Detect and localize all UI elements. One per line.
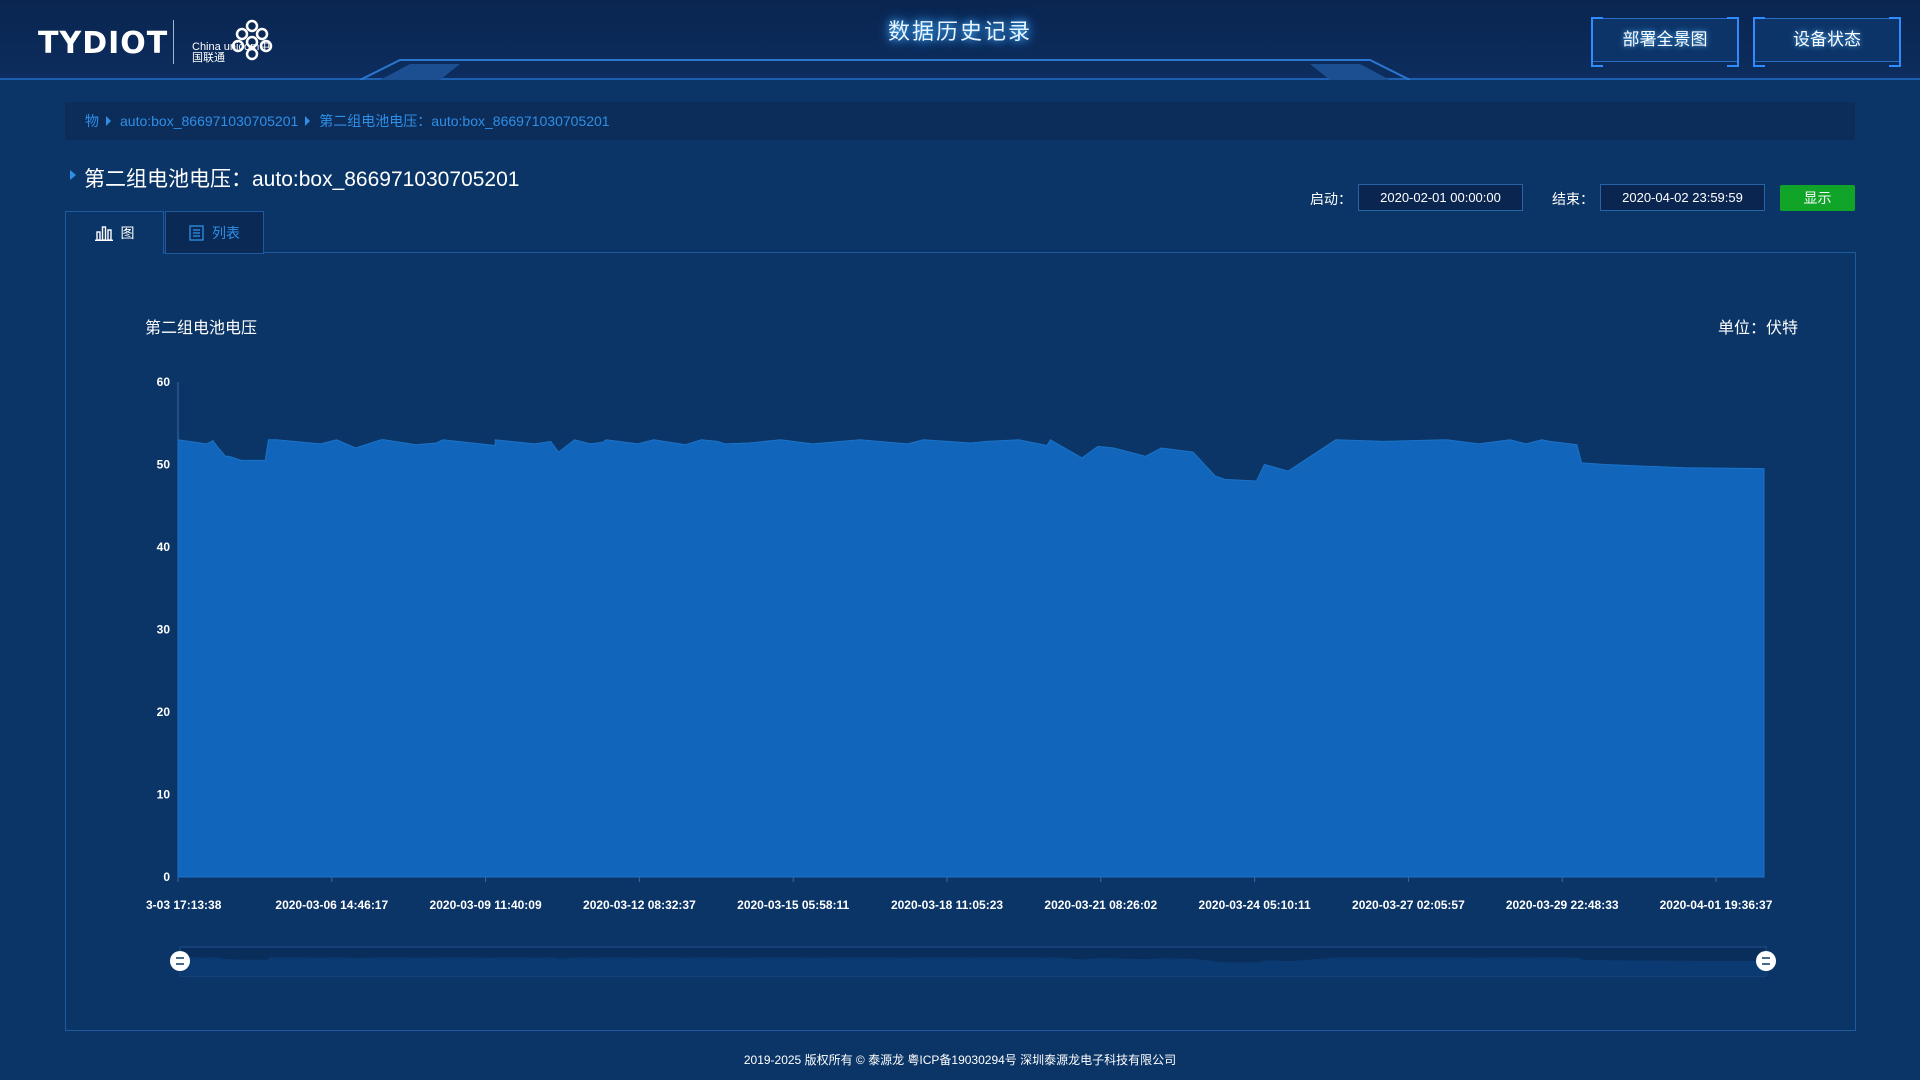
handle-knob (1756, 951, 1776, 971)
tab-chart-label: 图 (120, 225, 135, 241)
start-date-label: 启动： (1310, 191, 1352, 207)
breadcrumb-item-current[interactable]: 第二组电池电压：auto:box_866971030705201 (319, 111, 609, 131)
section-arrow-icon (70, 170, 76, 180)
breadcrumb-arrow-icon (305, 116, 311, 126)
page-title: 数据历史记录 (887, 19, 1032, 44)
tab-chart[interactable]: 图 (65, 211, 164, 254)
bar-chart-icon (94, 226, 113, 241)
footer-copyright: 2019-2025 版权所有 © 泰源龙 粤ICP备19030294号 深圳泰源… (743, 1053, 1177, 1067)
datazoom-left-handle[interactable] (170, 951, 190, 971)
breadcrumb: 物 auto:box_866971030705201 第二组电池电压：auto:… (65, 102, 1855, 140)
logo-divider (173, 20, 174, 64)
partner-logo-text: China unicom中国联通 (192, 41, 271, 64)
datazoom-right-handle[interactable] (1756, 951, 1776, 971)
header-decoration (360, 59, 1410, 80)
chart-title: 第二组电池电压 (145, 320, 258, 337)
breadcrumb-arrow-icon (106, 116, 111, 126)
tab-list-label: 列表 (212, 224, 240, 241)
breadcrumb-item-thing[interactable]: 物 (85, 111, 99, 131)
end-date-label: 结束： (1552, 191, 1594, 207)
section-title: 第二组电池电压：auto:box_866971030705201 (84, 168, 520, 191)
start-date-input[interactable] (1358, 184, 1523, 211)
deployment-overview-button[interactable]: 部署全景图 (1591, 17, 1739, 67)
handle-knob (170, 951, 190, 971)
show-button[interactable]: 显示 (1780, 185, 1855, 211)
device-status-button[interactable]: 设备状态 (1753, 17, 1901, 67)
breadcrumb-item-device[interactable]: auto:box_866971030705201 (120, 113, 298, 129)
tab-list[interactable]: 列表 (165, 211, 264, 254)
top-header: TYDIOT China unicom中国联通 数据历史记录 部署全景图 设备状… (0, 0, 1920, 80)
chart-panel (65, 252, 1856, 1031)
end-date-input[interactable] (1600, 184, 1765, 211)
chart-unit-label: 单位：伏特 (1718, 320, 1799, 337)
brand-logo: TYDIOT (38, 26, 169, 61)
list-icon (189, 224, 204, 241)
